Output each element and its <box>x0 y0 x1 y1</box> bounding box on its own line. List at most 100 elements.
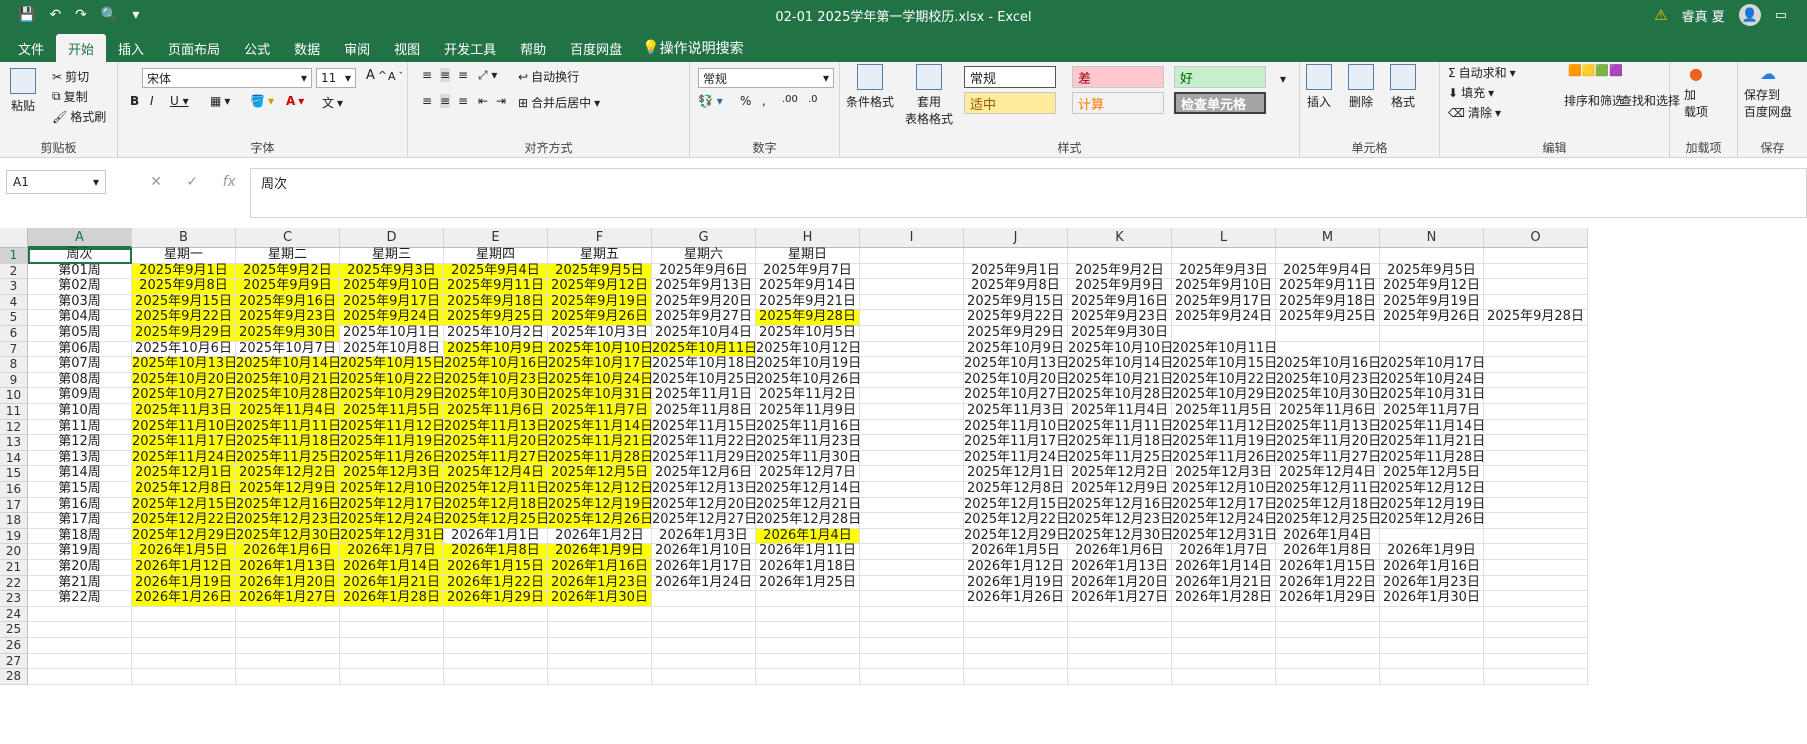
cell-C4[interactable]: 2025年9月16日 <box>236 294 340 311</box>
column-header-J[interactable]: J <box>964 228 1068 248</box>
cell-I3[interactable] <box>860 279 964 295</box>
cell-E11[interactable]: 2025年11月6日 <box>444 403 548 420</box>
cell-L21[interactable]: 2026年1月14日 <box>1172 559 1276 576</box>
conditional-format-button[interactable]: 条件格式 <box>844 64 896 110</box>
cell-H4[interactable]: 2025年9月21日 <box>756 294 860 311</box>
cell-K16[interactable]: 2025年12月9日 <box>1068 481 1172 498</box>
cell-C13[interactable]: 2025年11月18日 <box>236 435 341 451</box>
cell-B2[interactable]: 2025年9月1日 <box>132 263 236 280</box>
cell-D22[interactable]: 2026年1月21日 <box>340 575 444 592</box>
cell-J27[interactable] <box>964 653 1068 670</box>
column-header-E[interactable]: E <box>444 228 548 248</box>
style-bad[interactable]: 差 <box>1072 66 1164 88</box>
cell-F26[interactable] <box>548 638 652 654</box>
cell-H12[interactable]: 2025年11月16日 <box>756 419 861 436</box>
cell-M26[interactable] <box>1276 638 1380 654</box>
cell-H7[interactable]: 2025年10月12日 <box>756 341 861 358</box>
row-header-11[interactable]: 11 <box>0 404 28 420</box>
column-header-H[interactable]: H <box>756 228 860 248</box>
cell-M27[interactable] <box>1276 653 1380 670</box>
cell-M24[interactable] <box>1276 606 1380 623</box>
cell-D25[interactable] <box>340 622 444 638</box>
cell-I15[interactable] <box>860 466 964 482</box>
cell-H18[interactable]: 2025年12月28日 <box>756 513 861 529</box>
column-header-L[interactable]: L <box>1172 228 1276 248</box>
cell-A19[interactable]: 第18周 <box>28 528 132 545</box>
cell-N4[interactable]: 2025年9月19日 <box>1380 294 1484 311</box>
cell-O22[interactable] <box>1484 575 1588 592</box>
cell-I7[interactable] <box>860 341 964 358</box>
cell-L3[interactable]: 2025年9月10日 <box>1172 279 1276 295</box>
cell-G23[interactable] <box>652 591 756 607</box>
cell-O6[interactable] <box>1484 326 1588 342</box>
cell-J10[interactable]: 2025年10月27日 <box>964 388 1069 404</box>
cell-G2[interactable]: 2025年9月6日 <box>652 263 756 280</box>
cell-D7[interactable]: 2025年10月8日 <box>340 341 444 358</box>
cell-B3[interactable]: 2025年9月8日 <box>132 279 236 295</box>
cell-F10[interactable]: 2025年10月31日 <box>548 388 653 404</box>
cell-G27[interactable] <box>652 653 756 670</box>
cell-N27[interactable] <box>1380 653 1484 670</box>
row-header-4[interactable]: 4 <box>0 294 28 311</box>
cell-H25[interactable] <box>756 622 860 638</box>
cell-L14[interactable]: 2025年11月26日 <box>1172 450 1277 467</box>
user-name[interactable]: 睿真 夏 <box>1682 6 1725 25</box>
cell-G26[interactable] <box>652 638 756 654</box>
cell-J23[interactable]: 2026年1月26日 <box>964 591 1068 607</box>
row-header-14[interactable]: 14 <box>0 450 28 467</box>
percent-icon[interactable]: % <box>740 94 751 108</box>
cell-K19[interactable]: 2025年12月30日 <box>1068 528 1173 545</box>
format-cells-button[interactable]: 格式 <box>1390 64 1416 110</box>
row-header-24[interactable]: 24 <box>0 606 28 623</box>
cell-M5[interactable]: 2025年9月25日 <box>1276 310 1380 326</box>
cell-N8[interactable]: 2025年10月17日 <box>1380 357 1485 373</box>
cell-F19[interactable]: 2026年1月2日 <box>548 528 652 545</box>
cell-J11[interactable]: 2025年11月3日 <box>964 403 1068 420</box>
cell-O25[interactable] <box>1484 622 1588 638</box>
row-header-3[interactable]: 3 <box>0 279 28 295</box>
cell-B17[interactable]: 2025年12月15日 <box>132 497 237 514</box>
cell-O12[interactable] <box>1484 419 1588 436</box>
cell-A5[interactable]: 第04周 <box>28 310 132 326</box>
cell-E24[interactable] <box>444 606 548 623</box>
cell-I27[interactable] <box>860 653 964 670</box>
cell-E10[interactable]: 2025年10月30日 <box>444 388 549 404</box>
cell-L18[interactable]: 2025年12月24日 <box>1172 513 1277 529</box>
row-header-17[interactable]: 17 <box>0 497 28 514</box>
cell-C11[interactable]: 2025年11月4日 <box>236 403 340 420</box>
cell-D12[interactable]: 2025年11月12日 <box>340 419 445 436</box>
cell-H9[interactable]: 2025年10月26日 <box>756 372 861 389</box>
cell-D27[interactable] <box>340 653 444 670</box>
cell-G14[interactable]: 2025年11月29日 <box>652 450 757 467</box>
increase-indent-icon[interactable]: ⇥ <box>496 94 506 108</box>
cell-G18[interactable]: 2025年12月27日 <box>652 513 757 529</box>
cell-J5[interactable]: 2025年9月22日 <box>964 310 1068 326</box>
row-header-18[interactable]: 18 <box>0 513 28 529</box>
cell-B1[interactable]: 星期一 <box>132 247 236 264</box>
insert-cells-button[interactable]: 插入 <box>1306 64 1332 110</box>
cell-N20[interactable]: 2026年1月9日 <box>1380 544 1484 560</box>
row-header-16[interactable]: 16 <box>0 482 28 498</box>
cell-G20[interactable]: 2026年1月10日 <box>652 544 756 560</box>
cell-M21[interactable]: 2026年1月15日 <box>1276 559 1380 576</box>
cell-N15[interactable]: 2025年12月5日 <box>1380 466 1484 482</box>
tab-7[interactable]: 视图 <box>382 34 432 62</box>
tab-10[interactable]: 百度网盘 <box>558 34 634 62</box>
cell-F20[interactable]: 2026年1月9日 <box>548 544 652 560</box>
cell-N10[interactable]: 2025年10月31日 <box>1380 388 1485 404</box>
row-header-23[interactable]: 23 <box>0 591 28 607</box>
cell-K10[interactable]: 2025年10月28日 <box>1068 388 1173 404</box>
cell-F5[interactable]: 2025年9月26日 <box>548 310 652 326</box>
cell-A4[interactable]: 第03周 <box>28 294 132 311</box>
format-as-table-button[interactable]: 套用 表格格式 <box>898 64 960 127</box>
cell-C7[interactable]: 2025年10月7日 <box>236 341 340 358</box>
cell-F1[interactable]: 星期五 <box>548 247 652 264</box>
cell-I6[interactable] <box>860 326 964 342</box>
cell-J16[interactable]: 2025年12月8日 <box>964 481 1068 498</box>
cell-M11[interactable]: 2025年11月6日 <box>1276 403 1380 420</box>
merge-center-button[interactable]: ⊞ 合并后居中 ▾ <box>518 94 600 111</box>
cell-H22[interactable]: 2026年1月25日 <box>756 575 860 592</box>
cell-H23[interactable] <box>756 591 860 607</box>
cell-F13[interactable]: 2025年11月21日 <box>548 435 653 451</box>
cell-M7[interactable] <box>1276 341 1380 358</box>
